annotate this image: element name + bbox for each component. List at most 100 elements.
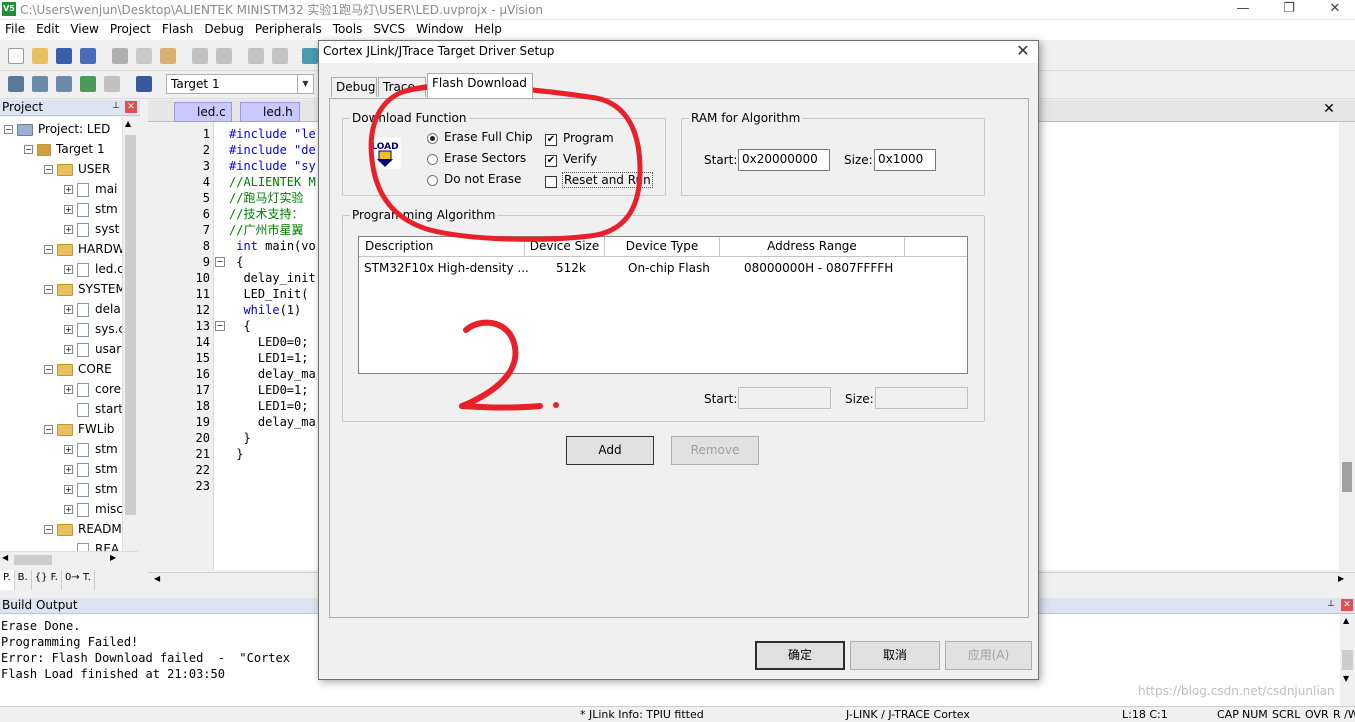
ram-size-input[interactable]: 0x1000 [874, 149, 936, 171]
collapse-icon[interactable]: − [44, 285, 53, 294]
scrollbar-thumb[interactable] [14, 555, 52, 565]
code-fold-icon[interactable]: − [215, 257, 225, 267]
tree-file[interactable]: + syst [64, 219, 119, 239]
verify-checkbox[interactable]: ✔ [545, 155, 557, 167]
expand-icon[interactable]: + [64, 445, 73, 454]
expand-icon[interactable]: + [64, 185, 73, 194]
expand-icon[interactable]: + [64, 225, 73, 234]
menu-tools[interactable]: Tools [328, 20, 369, 40]
column-device-size[interactable]: Device Size [525, 237, 605, 257]
collapse-icon[interactable]: − [44, 245, 53, 254]
tab-templates[interactable]: 0→ T. [62, 570, 95, 590]
tab-led-c[interactable]: led.c [174, 102, 232, 122]
scroll-right-icon[interactable]: ▶ [1338, 574, 1344, 583]
pin-icon[interactable]: ⊥ [110, 101, 122, 113]
menu-view[interactable]: View [65, 20, 104, 40]
project-panel-close-icon[interactable]: ✕ [125, 101, 137, 113]
scroll-left-icon[interactable]: ◀ [2, 553, 8, 562]
expand-icon[interactable]: + [64, 205, 73, 214]
scrollbar-thumb[interactable] [125, 135, 136, 515]
reset-and-run-checkbox[interactable] [545, 176, 557, 188]
algo-size-input[interactable] [875, 387, 968, 409]
menu-debug[interactable]: Debug [199, 20, 249, 40]
menu-help[interactable]: Help [469, 20, 507, 40]
column-description[interactable]: Description [359, 237, 525, 257]
close-window-icon[interactable]: ✕ [1312, 0, 1355, 20]
tree-group-core[interactable]: − CORE [44, 359, 112, 379]
tab-flash-download[interactable]: Flash Download [427, 73, 533, 98]
algo-start-input[interactable] [738, 387, 831, 409]
undo-icon[interactable] [192, 48, 208, 64]
build-output-close-icon[interactable]: ✕ [1341, 599, 1353, 611]
collapse-icon[interactable]: − [44, 425, 53, 434]
menu-file[interactable]: File [0, 20, 31, 40]
translate-icon[interactable] [8, 76, 24, 92]
collapse-icon[interactable]: − [44, 525, 53, 534]
column-address-range[interactable]: Address Range [720, 237, 905, 257]
target-select[interactable]: Target 1 ▼ [166, 74, 314, 94]
editor-vertical-scrollbar[interactable] [1339, 122, 1355, 570]
tree-group-user[interactable]: − USER [44, 159, 110, 179]
code-fold-icon[interactable]: − [215, 321, 225, 331]
algorithm-list[interactable]: Description Device Size Device Type Addr… [358, 236, 968, 374]
expand-icon[interactable]: + [64, 485, 73, 494]
tree-file[interactable]: + dela [64, 299, 121, 319]
tab-project[interactable]: P. [0, 570, 15, 590]
expand-icon[interactable]: + [64, 325, 73, 334]
program-checkbox[interactable]: ✔ [545, 134, 557, 146]
scroll-down-icon[interactable]: ▼ [1343, 674, 1349, 683]
menu-flash[interactable]: Flash [157, 20, 199, 40]
bookmark-icon[interactable] [302, 48, 318, 64]
build-output-scrollbar[interactable]: ▲ ▼ [1340, 614, 1355, 706]
collapse-icon[interactable]: − [44, 165, 53, 174]
erase-full-chip-radio[interactable] [427, 133, 438, 144]
column-device-type[interactable]: Device Type [605, 237, 720, 257]
navigate-back-icon[interactable] [248, 48, 264, 64]
expand-icon[interactable]: + [64, 465, 73, 474]
erase-sectors-radio[interactable] [427, 154, 438, 165]
dialog-close-icon[interactable]: ✕ [1013, 43, 1033, 61]
tree-group-readme[interactable]: − READM [44, 519, 122, 539]
scroll-right-icon[interactable]: ▶ [110, 553, 116, 562]
tree-file[interactable]: + stm [64, 459, 118, 479]
expand-icon[interactable]: + [64, 305, 73, 314]
new-file-icon[interactable] [8, 48, 24, 64]
apply-button[interactable]: 应用(A) [945, 641, 1032, 670]
menu-svcs[interactable]: SVCS [368, 20, 411, 40]
copy-icon[interactable] [136, 48, 152, 64]
maximize-icon[interactable]: ❐ [1266, 0, 1312, 20]
project-tree-vertical-scrollbar[interactable]: ▲ [122, 117, 138, 551]
tree-group-hardware[interactable]: − HARDW [44, 239, 125, 259]
collapse-icon[interactable]: − [24, 145, 33, 154]
navigate-forward-icon[interactable] [272, 48, 288, 64]
tree-group-system[interactable]: − SYSTEM [44, 279, 126, 299]
tab-books[interactable]: B. [15, 570, 32, 590]
ram-start-input[interactable]: 0x20000000 [738, 149, 830, 171]
expand-icon[interactable]: + [64, 505, 73, 514]
add-button[interactable]: Add [566, 436, 654, 465]
tab-trace[interactable]: Trace [378, 77, 426, 97]
scrollbar-thumb[interactable] [1342, 462, 1352, 492]
tree-file[interactable]: + usar [64, 339, 121, 359]
remove-button[interactable]: Remove [671, 436, 759, 465]
tab-led-h[interactable]: led.h [240, 102, 300, 122]
collapse-icon[interactable]: − [4, 125, 13, 134]
menu-peripherals[interactable]: Peripherals [250, 20, 328, 40]
stop-build-icon[interactable] [104, 76, 120, 92]
chevron-down-icon[interactable]: ▼ [297, 75, 313, 93]
project-tree-horizontal-scrollbar[interactable]: ◀ ▶ [0, 551, 138, 567]
paste-icon[interactable] [160, 48, 176, 64]
ok-button[interactable]: 确定 [755, 641, 845, 670]
build-icon[interactable] [32, 76, 48, 92]
tree-file[interactable]: + sys.c [64, 319, 125, 339]
expand-icon[interactable]: + [64, 345, 73, 354]
editor-close-icon[interactable]: ✕ [1322, 101, 1336, 117]
tree-file[interactable]: + mai [64, 179, 117, 199]
save-all-icon[interactable] [80, 48, 96, 64]
scroll-up-icon[interactable]: ▲ [125, 119, 131, 128]
scroll-left-icon[interactable]: ◀ [154, 574, 160, 583]
expand-icon[interactable]: + [64, 265, 73, 274]
load-download-icon[interactable] [136, 76, 152, 92]
tab-debug[interactable]: Debug [331, 77, 377, 97]
save-icon[interactable] [56, 48, 72, 64]
